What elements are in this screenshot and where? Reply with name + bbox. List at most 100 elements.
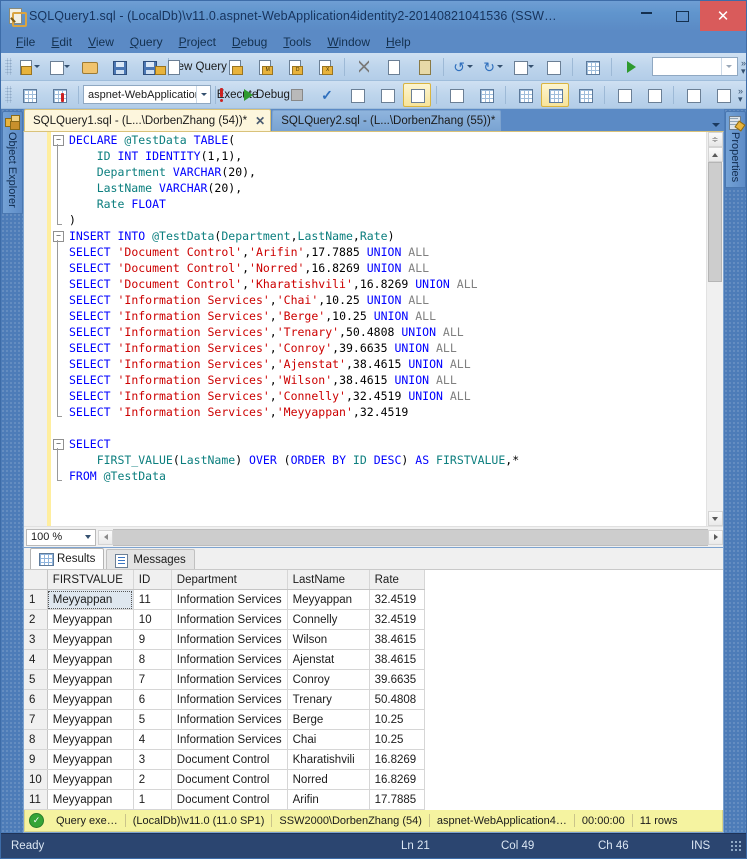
table-cell[interactable]: 5 [133,710,171,730]
table-row[interactable]: 9Meyyappan3Document ControlKharatishvili… [24,750,424,770]
table-cell[interactable]: Berge [287,710,369,730]
table-cell[interactable]: 10.25 [369,710,424,730]
editor-outlining-margin[interactable]: −−− [51,132,65,526]
results-to-file-icon[interactable] [571,83,599,107]
table-cell[interactable]: Meyyappan [47,610,133,630]
table-cell[interactable]: Meyyappan [287,590,369,610]
table-cell[interactable]: Meyyappan [47,690,133,710]
table-cell[interactable]: 38.4615 [369,650,424,670]
new-analysis-xmla-query-icon[interactable]: X [311,55,339,79]
column-header[interactable]: Rate [369,570,424,590]
scroll-right-icon[interactable] [708,530,723,545]
table-cell[interactable]: Conroy [287,670,369,690]
table-cell[interactable]: Information Services [171,590,287,610]
row-number-cell[interactable]: 3 [24,630,47,650]
toolbar-overflow-chevron[interactable]: »▾ [741,59,746,75]
outlining-collapse-icon[interactable]: − [53,439,64,450]
table-cell[interactable]: 32.4519 [369,610,424,630]
column-header[interactable]: FIRSTVALUE [47,570,133,590]
close-button[interactable]: ✕ [700,1,746,31]
maximize-button[interactable] [664,1,700,31]
menu-item-query[interactable]: Query [122,33,171,51]
table-row[interactable]: 4Meyyappan8Information ServicesAjenstat3… [24,650,424,670]
open-file-icon[interactable] [75,55,103,79]
menu-item-edit[interactable]: Edit [43,33,80,51]
table-cell[interactable]: 10.25 [369,730,424,750]
display-estimated-execution-plan-icon[interactable] [343,83,371,107]
table-row[interactable]: 10Meyyappan2Document ControlNorred16.826… [24,770,424,790]
column-header[interactable]: LastName [287,570,369,590]
table-cell[interactable]: 16.8269 [369,750,424,770]
menu-item-view[interactable]: View [80,33,122,51]
table-cell[interactable]: 9 [133,630,171,650]
menu-item-help[interactable]: Help [378,33,419,51]
column-header[interactable]: ID [133,570,171,590]
database-combo[interactable]: aspnet-WebApplication4ide [83,85,211,104]
table-cell[interactable]: Document Control [171,750,287,770]
run-icon[interactable] [617,55,645,79]
table-cell[interactable]: 16.8269 [369,770,424,790]
table-cell[interactable]: 6 [133,690,171,710]
navigate-backward-icon[interactable] [509,55,537,79]
row-number-cell[interactable]: 10 [24,770,47,790]
row-number-cell[interactable]: 11 [24,790,47,810]
hscroll-track[interactable] [113,529,708,546]
table-cell[interactable]: Information Services [171,670,287,690]
table-cell[interactable]: Information Services [171,650,287,670]
table-cell[interactable]: Information Services [171,730,287,750]
results-grid[interactable]: FIRSTVALUEIDDepartmentLastNameRate1Meyya… [24,570,723,810]
connect-icon[interactable] [15,83,43,107]
scroll-down-icon[interactable] [708,511,723,526]
table-cell[interactable]: Meyyappan [47,590,133,610]
editor-code[interactable]: DECLARE @TestData TABLE( ID INT IDENTITY… [65,132,706,526]
table-cell[interactable]: Chai [287,730,369,750]
menu-item-tools[interactable]: Tools [275,33,319,51]
table-cell[interactable]: 17.7885 [369,790,424,810]
new-db-engine-query-icon[interactable] [221,55,249,79]
undo-icon[interactable]: ↺ [449,55,477,79]
toolbar-grip[interactable] [5,58,12,75]
editor-split-handle[interactable]: ≑ [708,132,723,147]
table-cell[interactable]: Connelly [287,610,369,630]
table-row[interactable]: 2Meyyappan10Information ServicesConnelly… [24,610,424,630]
table-cell[interactable]: 38.4615 [369,630,424,650]
table-row[interactable]: 3Meyyappan9Information ServicesWilson38.… [24,630,424,650]
editor-horizontal-scrollbar[interactable] [98,529,723,545]
include-client-statistics-icon[interactable] [442,83,470,107]
zoom-level-combo[interactable]: 100 % [26,529,96,546]
table-cell[interactable]: 3 [133,750,171,770]
disconnect-icon[interactable] [45,83,73,107]
new-analysis-mdx-query-icon[interactable]: M [251,55,279,79]
row-number-header[interactable] [24,570,47,590]
table-cell[interactable]: 4 [133,730,171,750]
table-cell[interactable]: Information Services [171,690,287,710]
outlining-collapse-icon[interactable]: − [53,231,64,242]
table-cell[interactable]: Meyyappan [47,730,133,750]
table-cell[interactable]: Meyyappan [47,650,133,670]
tab-messages[interactable]: Messages [106,549,194,569]
menu-item-project[interactable]: Project [171,33,224,51]
table-cell[interactable]: Trenary [287,690,369,710]
editor-body[interactable]: −−− DECLARE @TestData TABLE( ID INT IDEN… [24,132,723,526]
table-cell[interactable]: 1 [133,790,171,810]
table-cell[interactable]: 32.4519 [369,590,424,610]
table-row[interactable]: 11Meyyappan1Document ControlArifin17.788… [24,790,424,810]
table-cell[interactable]: 39.6635 [369,670,424,690]
table-row[interactable]: 7Meyyappan5Information ServicesBerge10.2… [24,710,424,730]
scroll-up-icon[interactable] [708,147,723,162]
table-cell[interactable]: 50.4808 [369,690,424,710]
table-cell[interactable]: 10 [133,610,171,630]
table-row[interactable]: 6Meyyappan6Information ServicesTrenary50… [24,690,424,710]
table-cell[interactable]: 7 [133,670,171,690]
results-to-text-icon[interactable] [511,83,539,107]
table-cell[interactable]: Meyyappan [47,790,133,810]
row-number-cell[interactable]: 9 [24,750,47,770]
table-cell[interactable]: Meyyappan [47,770,133,790]
scroll-left-icon[interactable] [98,530,113,545]
row-number-cell[interactable]: 4 [24,650,47,670]
redo-icon[interactable]: ↻ [479,55,507,79]
menu-item-debug[interactable]: Debug [224,33,275,51]
toolbar-grip-2[interactable] [5,86,12,103]
increase-indent-icon[interactable] [709,83,737,107]
document-tab-sqlquery2[interactable]: SQLQuery2.sql - (L...\DorbenZhang (55))* [272,110,501,131]
